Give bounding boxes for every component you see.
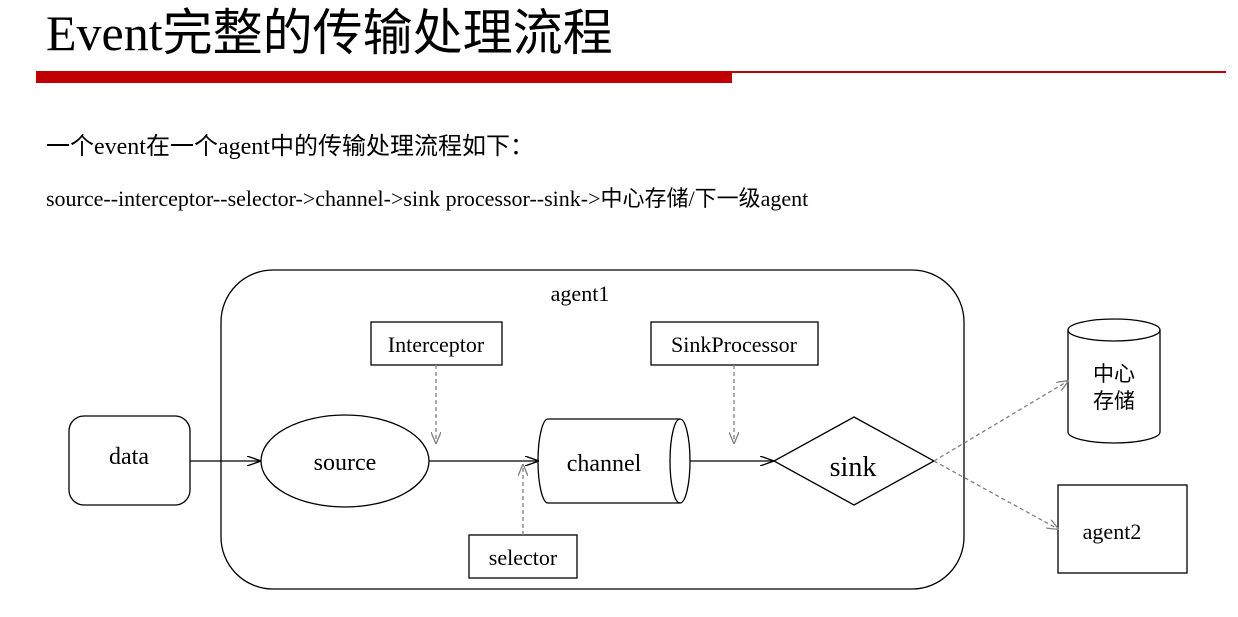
- arrow-sink-to-storage-dashed: [933, 381, 1068, 462]
- data-node-label: data: [109, 444, 149, 470]
- agent1-container: [220, 269, 965, 590]
- storage-label-line1: 中心: [1093, 362, 1135, 386]
- storage-label-line2: 存储: [1093, 389, 1135, 413]
- flow-diagram: agent1 data source channel sink Intercep…: [68, 269, 1188, 590]
- source-node-label: source: [314, 450, 377, 476]
- interceptor-label: Interceptor: [388, 332, 485, 357]
- sink-processor-label: SinkProcessor: [671, 332, 798, 357]
- sink-node-label: sink: [830, 452, 877, 483]
- channel-node-label: channel: [567, 451, 642, 477]
- selector-label: selector: [489, 545, 558, 570]
- arrow-sink-to-agent2-dashed: [933, 460, 1058, 529]
- agent2-label: agent2: [1083, 519, 1142, 544]
- agent1-label: agent1: [551, 281, 610, 306]
